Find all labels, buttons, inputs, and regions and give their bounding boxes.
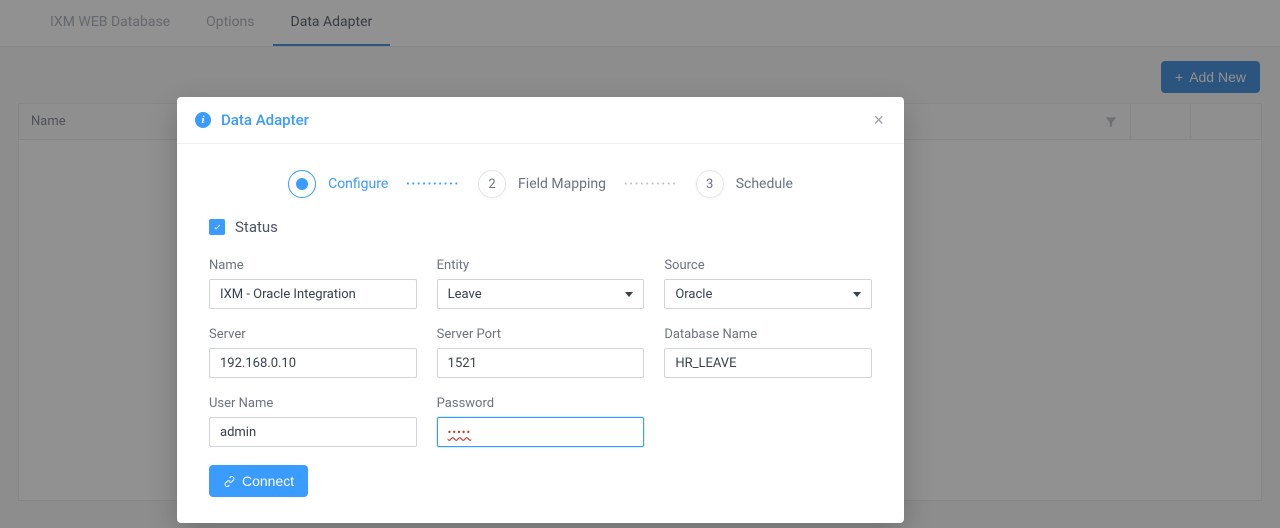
- step-1-circle: [288, 170, 316, 198]
- data-adapter-modal: i Data Adapter × Configure •••••••••• 2 …: [177, 97, 904, 523]
- label-source: Source: [664, 258, 872, 273]
- connect-button[interactable]: Connect: [209, 465, 308, 497]
- name-input[interactable]: [209, 279, 417, 309]
- connect-label: Connect: [242, 473, 294, 489]
- status-checkbox[interactable]: [209, 219, 225, 235]
- entity-value: Leave: [448, 287, 482, 302]
- label-server: Server: [209, 327, 417, 342]
- label-password: Password: [437, 396, 645, 411]
- close-icon[interactable]: ×: [873, 111, 884, 129]
- label-user-name: User Name: [209, 396, 417, 411]
- label-name: Name: [209, 258, 417, 273]
- step-3-label: Schedule: [736, 176, 793, 192]
- field-password: Password •••••: [437, 396, 645, 447]
- step-connector-2: ••••••••••: [624, 179, 678, 190]
- step-configure[interactable]: Configure: [288, 170, 388, 198]
- wizard-stepper: Configure •••••••••• 2 Field Mapping •••…: [177, 144, 904, 218]
- chevron-down-icon: [853, 292, 861, 297]
- password-input[interactable]: •••••: [437, 417, 645, 447]
- source-value: Oracle: [675, 287, 712, 302]
- field-entity: Entity Leave: [437, 258, 645, 309]
- chevron-down-icon: [625, 292, 633, 297]
- step-2-label: Field Mapping: [518, 176, 606, 192]
- source-select[interactable]: Oracle: [664, 279, 872, 309]
- step-schedule[interactable]: 3 Schedule: [696, 170, 793, 198]
- database-name-input[interactable]: [664, 348, 872, 378]
- modal-title-wrap: i Data Adapter: [195, 111, 309, 129]
- label-server-port: Server Port: [437, 327, 645, 342]
- user-name-input[interactable]: [209, 417, 417, 447]
- modal-title: Data Adapter: [221, 111, 309, 129]
- step-2-circle: 2: [478, 170, 506, 198]
- field-server: Server: [209, 327, 417, 378]
- step-1-label: Configure: [328, 176, 388, 192]
- step-connector-1: ••••••••••: [406, 179, 460, 190]
- field-source: Source Oracle: [664, 258, 872, 309]
- label-database-name: Database Name: [664, 327, 872, 342]
- label-entity: Entity: [437, 258, 645, 273]
- field-database-name: Database Name: [664, 327, 872, 378]
- info-icon: i: [195, 112, 211, 128]
- check-icon: [212, 222, 223, 233]
- server-input[interactable]: [209, 348, 417, 378]
- link-icon: [223, 475, 236, 488]
- modal-header: i Data Adapter ×: [177, 97, 904, 144]
- form-grid: Name Entity Leave Source Oracle Server: [209, 258, 872, 447]
- server-port-input[interactable]: [437, 348, 645, 378]
- status-label: Status: [235, 218, 278, 236]
- status-row: Status: [209, 218, 872, 236]
- password-value: •••••: [448, 426, 472, 439]
- field-server-port: Server Port: [437, 327, 645, 378]
- empty-cell: [664, 396, 872, 447]
- step-3-circle: 3: [696, 170, 724, 198]
- modal-body: Status Name Entity Leave Source Oracle: [177, 218, 904, 523]
- field-user-name: User Name: [209, 396, 417, 447]
- step-field-mapping[interactable]: 2 Field Mapping: [478, 170, 606, 198]
- field-name: Name: [209, 258, 417, 309]
- entity-select[interactable]: Leave: [437, 279, 645, 309]
